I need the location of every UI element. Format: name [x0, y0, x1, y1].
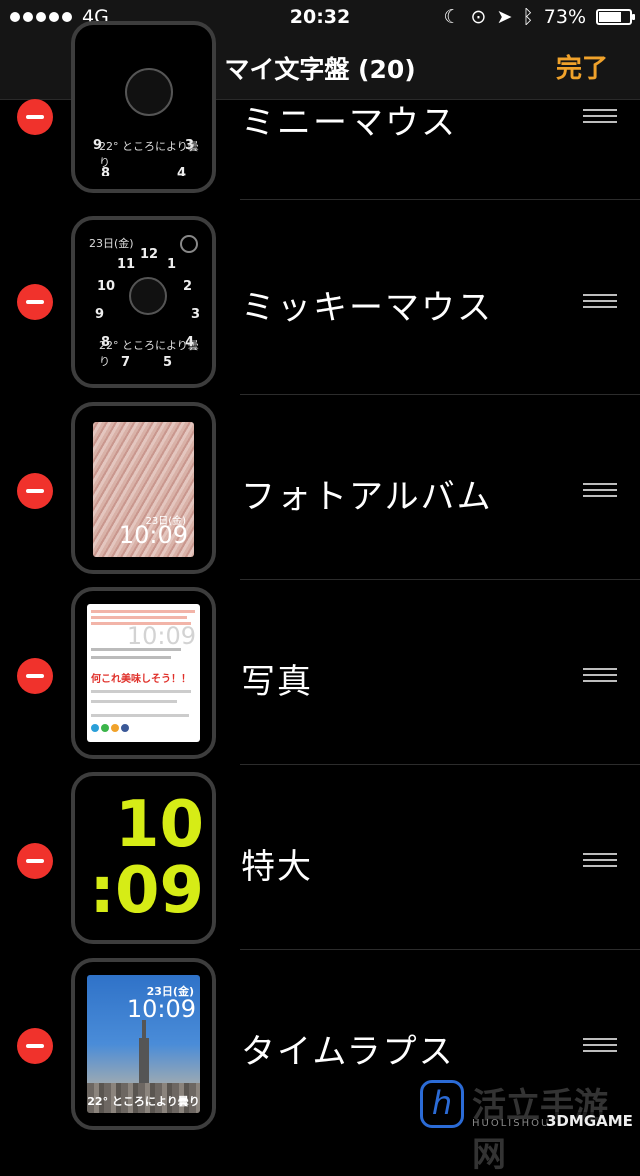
- delete-button[interactable]: [17, 1028, 53, 1064]
- time-display: 10:09: [126, 622, 196, 650]
- list-item-minnie-mouse[interactable]: 9 3 8 4 22° ところにより曇り ミニーマウス: [0, 15, 640, 200]
- time-display: 10:09: [118, 521, 188, 549]
- weather-complication: 22° ところにより曇り: [99, 140, 199, 169]
- face-label: ミッキーマウス: [241, 288, 493, 328]
- face-label: 写真: [241, 662, 313, 702]
- list-item-extra-large[interactable]: 10 :09 特大: [0, 765, 640, 950]
- watch-face-thumbnail: 23日(金) 10:09 22° ところにより曇り: [71, 958, 216, 1130]
- mickey-figure-icon: [129, 277, 167, 315]
- face-label: ミニーマウス: [241, 103, 457, 143]
- weather-complication: 22° ところにより曇り: [99, 339, 199, 368]
- text-line: [91, 714, 189, 717]
- reorder-handle-icon[interactable]: [583, 1038, 617, 1052]
- text-line: [91, 616, 187, 619]
- reorder-handle-icon[interactable]: [583, 294, 617, 308]
- time-display: 10:09: [126, 995, 196, 1023]
- watch-face-thumbnail: 23日(金) 10:09: [71, 402, 216, 574]
- watermark-logo: h: [420, 1080, 464, 1128]
- face-label: 特大: [241, 847, 313, 887]
- hour-10: 10: [97, 279, 116, 294]
- list-item-photo[interactable]: 10:09 何これ美味しそう！！ 写真: [0, 580, 640, 765]
- delete-button[interactable]: [17, 843, 53, 879]
- watermark-brand-en: HUOLISHOU: [472, 1118, 551, 1129]
- list-item-mickey-mouse[interactable]: 23日(金) 12 11 1 10 2 9 3 8 4 7 5 22° ところに…: [0, 210, 640, 395]
- minutes-display: :09: [89, 854, 204, 927]
- hour-11: 11: [117, 257, 136, 272]
- face-label: フォトアルバム: [241, 477, 493, 517]
- list-item-photo-album[interactable]: 23日(金) 10:09 フォトアルバム: [0, 395, 640, 580]
- activity-ring-icon: [180, 235, 198, 253]
- reorder-handle-icon[interactable]: [583, 483, 617, 497]
- watch-face-thumbnail: 10 :09: [71, 772, 216, 944]
- delete-button[interactable]: [17, 658, 53, 694]
- delete-button[interactable]: [17, 284, 53, 320]
- watermark-game: 3DMGAME: [546, 1112, 633, 1130]
- watermark: h 活立手游网 HUOLISHOU 3DMGAME: [420, 1080, 640, 1175]
- text-line: [91, 690, 191, 693]
- hour-2: 2: [183, 279, 193, 294]
- watch-face-thumbnail: 10:09 何これ美味しそう！！: [71, 587, 216, 759]
- delete-button[interactable]: [17, 473, 53, 509]
- watch-face-thumbnail: 23日(金) 12 11 1 10 2 9 3 8 4 7 5 22° ところに…: [71, 216, 216, 388]
- text-line: [91, 610, 195, 613]
- row-divider: [240, 199, 640, 200]
- photo-headline: 何これ美味しそう！！: [91, 674, 191, 685]
- hour-9: 9: [95, 307, 105, 322]
- hours-display: 10: [114, 789, 204, 862]
- date-complication: 23日(金): [89, 237, 134, 250]
- hour-3: 3: [191, 307, 200, 322]
- minnie-figure-icon: [125, 68, 173, 116]
- text-line: [91, 700, 177, 703]
- reorder-handle-icon[interactable]: [583, 853, 617, 867]
- delete-button[interactable]: [17, 99, 53, 135]
- reorder-handle-icon[interactable]: [583, 109, 617, 123]
- hour-12: 12: [140, 247, 159, 262]
- weather-complication: 22° ところにより曇り: [87, 1095, 200, 1108]
- hour-1: 1: [167, 257, 177, 272]
- share-icons: [91, 724, 129, 732]
- text-line: [91, 656, 171, 659]
- reorder-handle-icon[interactable]: [583, 668, 617, 682]
- watch-face-thumbnail: 9 3 8 4 22° ところにより曇り: [71, 21, 216, 193]
- face-label: タイムラプス: [241, 1032, 455, 1072]
